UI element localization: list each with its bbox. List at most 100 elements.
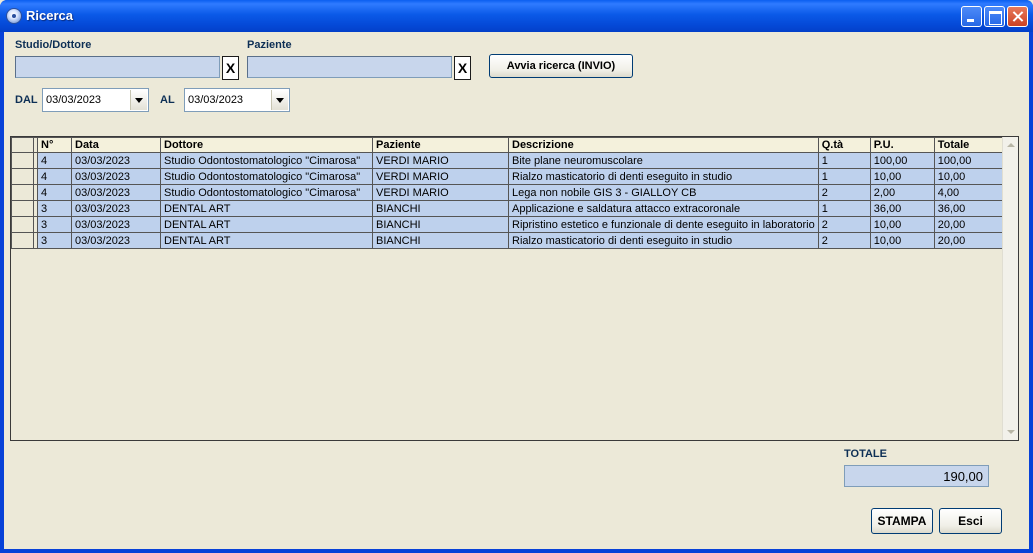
cell-n: 3 bbox=[37, 232, 72, 249]
results-table: N° Data Dottore Paziente Descrizione Q.t… bbox=[11, 137, 1006, 249]
cell-n: 3 bbox=[37, 200, 72, 217]
cell-pu: 2,00 bbox=[869, 184, 935, 201]
paziente-input[interactable] bbox=[247, 56, 452, 78]
row-selector[interactable] bbox=[11, 216, 34, 233]
cell-dottore: DENTAL ART bbox=[160, 200, 373, 217]
exit-button[interactable]: Esci bbox=[939, 508, 1002, 534]
print-button[interactable]: STAMPA bbox=[871, 508, 933, 534]
cell-paziente: VERDI MARIO bbox=[372, 152, 509, 169]
cell-n: 3 bbox=[37, 216, 72, 233]
header-row: N° Data Dottore Paziente Descrizione Q.t… bbox=[11, 137, 1006, 153]
cell-data: 03/03/2023 bbox=[71, 184, 161, 201]
dal-date-select[interactable]: 03/03/2023 bbox=[42, 88, 149, 112]
clear-studio-button[interactable]: X bbox=[222, 56, 239, 80]
cell-paziente: VERDI MARIO bbox=[372, 168, 509, 185]
al-dropdown-arrow-icon[interactable] bbox=[271, 90, 288, 110]
search-button[interactable]: Avvia ricerca (INVIO) bbox=[489, 54, 633, 78]
results-grid[interactable]: N° Data Dottore Paziente Descrizione Q.t… bbox=[10, 136, 1019, 441]
scroll-up-arrow-icon[interactable] bbox=[1003, 137, 1018, 153]
col-header-pu[interactable]: P.U. bbox=[869, 137, 935, 153]
table-row[interactable]: 3 03/03/2023 DENTAL ART BIANCHI Ripristi… bbox=[11, 216, 1006, 233]
cell-pu: 10,00 bbox=[869, 232, 935, 249]
cell-totale: 20,00 bbox=[933, 232, 1006, 249]
col-header-paziente[interactable]: Paziente bbox=[372, 137, 509, 153]
cell-paziente: VERDI MARIO bbox=[372, 184, 509, 201]
cell-qta: 2 bbox=[817, 184, 871, 201]
cell-data: 03/03/2023 bbox=[71, 200, 161, 217]
col-header-data[interactable]: Data bbox=[71, 137, 161, 153]
col-header-n[interactable]: N° bbox=[37, 137, 72, 153]
minimize-button[interactable] bbox=[961, 6, 982, 27]
paziente-label: Paziente bbox=[247, 39, 292, 51]
cell-qta: 2 bbox=[817, 232, 871, 249]
col-header-dottore[interactable]: Dottore bbox=[160, 137, 373, 153]
cell-dottore: DENTAL ART bbox=[160, 232, 373, 249]
row-selector[interactable] bbox=[11, 152, 34, 169]
dal-date-value: 03/03/2023 bbox=[46, 94, 102, 106]
cell-totale: 4,00 bbox=[933, 184, 1006, 201]
cell-n: 4 bbox=[37, 168, 72, 185]
cell-dottore: Studio Odontostomatologico "Cimarosa" bbox=[160, 152, 373, 169]
cell-data: 03/03/2023 bbox=[71, 216, 161, 233]
window-frame: Ricerca Studio/Dottore X Paziente X Avvi… bbox=[0, 0, 1033, 553]
table-row[interactable]: 4 03/03/2023 Studio Odontostomatologico … bbox=[11, 168, 1006, 185]
col-header-descrizione[interactable]: Descrizione bbox=[508, 137, 819, 153]
row-selector-header[interactable] bbox=[11, 137, 34, 153]
row-selector[interactable] bbox=[11, 184, 34, 201]
al-date-value: 03/03/2023 bbox=[188, 94, 244, 106]
dal-label: DAL bbox=[15, 94, 38, 106]
table-row[interactable]: 4 03/03/2023 Studio Odontostomatologico … bbox=[11, 152, 1006, 169]
cell-descrizione: Lega non nobile GIS 3 - GIALLOY CB bbox=[508, 184, 819, 201]
cell-descrizione: Ripristino estetico e funzionale di dent… bbox=[508, 216, 819, 233]
cell-descrizione: Rialzo masticatorio di denti eseguito in… bbox=[508, 232, 819, 249]
cell-data: 03/03/2023 bbox=[71, 168, 161, 185]
totale-label: TOTALE bbox=[844, 448, 887, 460]
table-row[interactable]: 4 03/03/2023 Studio Odontostomatologico … bbox=[11, 184, 1006, 201]
cell-totale: 36,00 bbox=[933, 200, 1006, 217]
cell-descrizione: Bite plane neuromuscolare bbox=[508, 152, 819, 169]
studio-input[interactable] bbox=[15, 56, 220, 78]
cell-qta: 1 bbox=[817, 168, 871, 185]
cell-totale: 20,00 bbox=[933, 216, 1006, 233]
cell-pu: 36,00 bbox=[869, 200, 935, 217]
cell-data: 03/03/2023 bbox=[71, 152, 161, 169]
dal-dropdown-arrow-icon[interactable] bbox=[130, 90, 147, 110]
cell-paziente: BIANCHI bbox=[372, 200, 509, 217]
table-row[interactable]: 3 03/03/2023 DENTAL ART BIANCHI Rialzo m… bbox=[11, 232, 1006, 249]
col-header-totale[interactable]: Totale bbox=[933, 137, 1006, 153]
col-header-qta[interactable]: Q.tà bbox=[817, 137, 871, 153]
cell-qta: 1 bbox=[817, 152, 871, 169]
row-selector[interactable] bbox=[11, 168, 34, 185]
window-title: Ricerca bbox=[26, 8, 73, 23]
client-area: Studio/Dottore X Paziente X Avvia ricerc… bbox=[4, 32, 1029, 549]
close-button[interactable] bbox=[1007, 6, 1028, 27]
cell-n: 4 bbox=[37, 152, 72, 169]
row-selector[interactable] bbox=[11, 200, 34, 217]
app-cd-icon bbox=[6, 8, 22, 24]
cell-descrizione: Rialzo masticatorio di denti eseguito in… bbox=[508, 168, 819, 185]
table-row[interactable]: 3 03/03/2023 DENTAL ART BIANCHI Applicaz… bbox=[11, 200, 1006, 217]
al-label: AL bbox=[160, 94, 175, 106]
cell-qta: 2 bbox=[817, 216, 871, 233]
cell-pu: 10,00 bbox=[869, 216, 935, 233]
cell-totale: 10,00 bbox=[933, 168, 1006, 185]
cell-pu: 10,00 bbox=[869, 168, 935, 185]
studio-label: Studio/Dottore bbox=[15, 39, 92, 51]
cell-dottore: Studio Odontostomatologico "Cimarosa" bbox=[160, 168, 373, 185]
cell-totale: 100,00 bbox=[933, 152, 1006, 169]
cell-descrizione: Applicazione e saldatura attacco extraco… bbox=[508, 200, 819, 217]
row-selector[interactable] bbox=[11, 232, 34, 249]
cell-paziente: BIANCHI bbox=[372, 216, 509, 233]
cell-pu: 100,00 bbox=[869, 152, 935, 169]
cell-paziente: BIANCHI bbox=[372, 232, 509, 249]
title-bar[interactable]: Ricerca bbox=[0, 0, 1033, 32]
cell-n: 4 bbox=[37, 184, 72, 201]
scroll-down-arrow-icon[interactable] bbox=[1003, 424, 1018, 440]
cell-qta: 1 bbox=[817, 200, 871, 217]
al-date-select[interactable]: 03/03/2023 bbox=[184, 88, 290, 112]
totale-value: 190,00 bbox=[844, 465, 989, 487]
maximize-button[interactable] bbox=[984, 6, 1005, 27]
vertical-scrollbar[interactable] bbox=[1002, 137, 1018, 440]
cell-data: 03/03/2023 bbox=[71, 232, 161, 249]
clear-paziente-button[interactable]: X bbox=[454, 56, 471, 80]
